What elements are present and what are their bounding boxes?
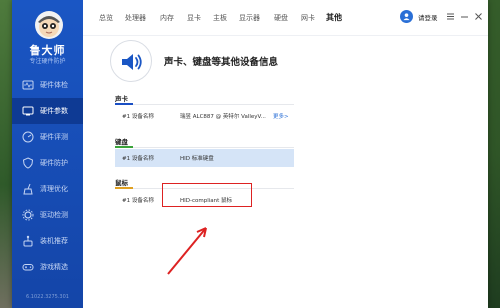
gear-icon (22, 209, 34, 221)
more-link[interactable]: 更多> (273, 112, 289, 120)
speedometer-icon (22, 131, 34, 143)
tab-cpu[interactable]: 处理器 (125, 13, 146, 23)
tab-overview[interactable]: 总览 (99, 13, 113, 23)
monitor-icon (22, 106, 34, 116)
top-tab-bar: 总览 处理器 内存 显卡 主板 显示器 硬盘 网卡 其他 请登录 (83, 0, 488, 36)
joystick-icon (23, 235, 33, 247)
app-window: 鲁大师 专注硬件防护 硬件体检 硬件参数 硬件评测 硬件防护 清理优化 驱动检测… (12, 0, 488, 308)
row-label: #1 设备名称 (122, 114, 154, 120)
sidebar-item-label: 硬件体检 (40, 81, 68, 89)
tab-memory[interactable]: 内存 (160, 13, 174, 23)
desktop-background-left (0, 0, 12, 308)
sidebar-item-hardware-params[interactable]: 硬件参数 (12, 98, 83, 124)
page-header-icon-frame (110, 40, 152, 82)
sidebar-item-label: 硬件参数 (40, 107, 68, 115)
row-label: #1 设备名称 (122, 156, 154, 162)
broom-icon (23, 183, 33, 195)
mascot-logo-icon (35, 11, 63, 39)
sidebar-item-cleanup[interactable]: 清理优化 (12, 176, 83, 202)
sidebar-item-label: 游戏精选 (40, 263, 68, 271)
sidebar-item-driver-detect[interactable]: 驱动检测 (12, 202, 83, 228)
section-divider (115, 104, 294, 105)
login-link: 请登录 (418, 13, 438, 22)
tab-motherboard[interactable]: 主板 (213, 13, 227, 23)
section-accent-mouse (115, 187, 133, 189)
tab-display[interactable]: 显示器 (239, 13, 260, 23)
section-title-mouse: 鼠标 (115, 179, 128, 187)
desktop-background-right (488, 0, 500, 308)
sidebar-item-label: 装机推荐 (40, 237, 68, 245)
tab-network[interactable]: 网卡 (301, 13, 315, 23)
annotation-highlight-box (162, 183, 252, 207)
table-row-sound-device: #1 设备名称 瑞昱 ALC887 @ 英特尔 ValleyV... 更多> (115, 107, 294, 125)
sidebar-item-label: 驱动检测 (40, 211, 68, 219)
menu-icon[interactable] (446, 12, 455, 21)
shield-icon (22, 157, 34, 169)
sidebar-item-hardware-protection[interactable]: 硬件防护 (12, 150, 83, 176)
app-tagline: 专注硬件防护 (29, 58, 66, 65)
sidebar-item-label: 硬件评测 (40, 133, 68, 141)
section-divider (115, 147, 294, 148)
user-avatar-icon (400, 10, 413, 23)
section-accent-keyboard (115, 146, 133, 148)
annotation-arrow-icon (167, 227, 207, 275)
sidebar-item-hardware-check[interactable]: 硬件体检 (12, 72, 83, 98)
minimize-icon[interactable] (460, 12, 469, 21)
section-title-sound: 声卡 (115, 95, 128, 103)
sidebar-item-label: 硬件防护 (40, 159, 68, 167)
row-label: #1 设备名称 (122, 198, 154, 204)
version-text: 6.1022.3275.301 (26, 294, 69, 300)
row-value: 瑞昱 ALC887 @ 英特尔 ValleyV... (180, 114, 266, 120)
section-accent-sound (115, 103, 133, 105)
tab-other[interactable]: 其他 (326, 12, 342, 23)
sidebar-item-hardware-benchmark[interactable]: 硬件评测 (12, 124, 83, 150)
table-row-keyboard-device: #1 设备名称 HID 标准键盘 (115, 149, 294, 167)
close-icon[interactable] (474, 12, 483, 21)
section-title-keyboard: 键盘 (115, 138, 128, 146)
page-title: 声卡、键盘等其他设备信息 (164, 57, 279, 68)
speaker-icon (122, 54, 142, 70)
gamepad-icon (22, 264, 34, 271)
user-login[interactable]: 请登录 (400, 10, 438, 23)
sidebar: 鲁大师 专注硬件防护 硬件体检 硬件参数 硬件评测 硬件防护 清理优化 驱动检测… (12, 0, 83, 308)
row-value: HID 标准键盘 (180, 156, 214, 162)
tab-gpu[interactable]: 显卡 (187, 13, 201, 23)
sidebar-item-build-recommend[interactable]: 装机推荐 (12, 228, 83, 254)
tab-disk[interactable]: 硬盘 (274, 13, 288, 23)
sidebar-item-label: 清理优化 (40, 185, 68, 193)
heartbeat-icon (22, 80, 34, 90)
sidebar-item-game-picks[interactable]: 游戏精选 (12, 254, 83, 280)
